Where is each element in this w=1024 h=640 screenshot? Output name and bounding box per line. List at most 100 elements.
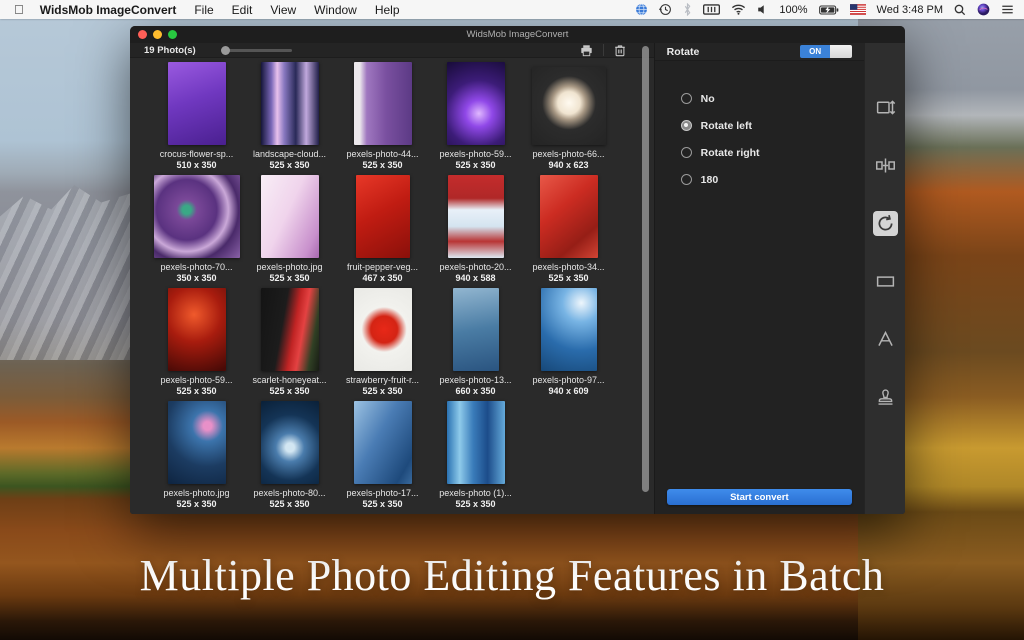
photo-dimensions: 940 x 588 (455, 273, 495, 283)
photo-item[interactable]: pexels-photo-13...660 x 350 (429, 288, 522, 401)
photo-item[interactable]: pexels-photo-80...525 x 350 (243, 401, 336, 514)
photo-thumbnail[interactable] (261, 175, 319, 258)
photo-thumbnail[interactable] (261, 401, 319, 484)
siri-icon[interactable] (977, 3, 990, 16)
keyboard-icon[interactable] (703, 4, 720, 15)
slider-knob[interactable] (221, 46, 230, 55)
photo-thumbnail[interactable] (354, 288, 412, 371)
photo-thumbnail[interactable] (532, 67, 606, 145)
rotate-option-rotate-right[interactable]: Rotate right (681, 139, 864, 166)
app-menu[interactable]: WidsMob ImageConvert (40, 3, 177, 17)
photo-dimensions: 510 x 350 (176, 160, 216, 170)
menu-help[interactable]: Help (375, 3, 400, 17)
photo-dimensions: 940 x 623 (548, 160, 588, 170)
photo-thumbnail[interactable] (168, 288, 226, 371)
flip-convert-icon[interactable] (873, 153, 898, 178)
spotlight-search-icon[interactable] (954, 4, 966, 16)
border-icon[interactable] (873, 269, 898, 294)
window-titlebar[interactable]: WidsMob ImageConvert (130, 26, 905, 43)
photo-item[interactable]: pexels-photo-20...940 x 588 (429, 175, 522, 288)
photo-item[interactable]: strawberry-fruit-r...525 x 350 (336, 288, 429, 401)
menu-file[interactable]: File (194, 3, 213, 17)
globe-icon[interactable] (635, 3, 648, 16)
start-convert-button[interactable]: Start convert (667, 489, 852, 505)
rotate-option-no[interactable]: No (681, 85, 864, 112)
photo-thumbnail[interactable] (447, 401, 505, 484)
photo-thumbnail[interactable] (448, 175, 504, 258)
resize-icon[interactable] (873, 95, 898, 120)
photo-grid-scrollbar[interactable] (642, 46, 649, 492)
photo-dimensions: 525 x 350 (176, 386, 216, 396)
window-body: 19 Photo(s) crocus-flower-sp...510 x 350… (130, 43, 905, 514)
photo-item[interactable]: pexels-photo-59...525 x 350 (150, 288, 243, 401)
minimize-window-button[interactable] (153, 30, 162, 39)
photo-thumbnail[interactable] (354, 62, 412, 145)
rotate-panel-header: Rotate ON (655, 43, 864, 61)
photo-item[interactable]: pexels-photo-70...350 x 350 (150, 175, 243, 288)
radio-icon[interactable] (681, 147, 692, 158)
rotate-toggle-on-label[interactable]: ON (800, 45, 830, 58)
photo-thumbnail[interactable] (540, 175, 598, 258)
volume-icon[interactable] (757, 4, 768, 15)
menu-edit[interactable]: Edit (232, 3, 253, 17)
zoom-window-button[interactable] (168, 30, 177, 39)
text-watermark-icon[interactable] (873, 327, 898, 352)
thumbnail-size-slider[interactable] (222, 49, 292, 52)
photo-thumbnail[interactable] (453, 288, 499, 371)
photo-filename: pexels-photo-17... (346, 488, 418, 498)
photo-item[interactable]: pexels-photo-44...525 x 350 (336, 62, 429, 175)
photo-thumbnail[interactable] (154, 175, 240, 258)
photo-dimensions: 525 x 350 (269, 499, 309, 509)
menu-window[interactable]: Window (314, 3, 357, 17)
photo-item[interactable]: pexels-photo-17...525 x 350 (336, 401, 429, 514)
menu-bar:  WidsMob ImageConvert File Edit View Windo… (0, 0, 1024, 19)
photo-dimensions: 525 x 350 (362, 499, 402, 509)
photo-item[interactable]: pexels-photo-66...940 x 623 (522, 62, 615, 175)
close-window-button[interactable] (138, 30, 147, 39)
photo-filename: pexels-photo-44... (346, 149, 418, 159)
print-icon[interactable] (580, 44, 593, 57)
wifi-icon[interactable] (731, 4, 746, 15)
side-toolbar (864, 43, 905, 514)
photo-thumbnail[interactable] (354, 401, 412, 484)
photo-item[interactable]: fruit-pepper-veg...467 x 350 (336, 175, 429, 288)
photo-filename: pexels-photo-34... (532, 262, 604, 272)
rotate-icon[interactable] (873, 211, 898, 236)
photo-item[interactable]: pexels-photo.jpg525 x 350 (150, 401, 243, 514)
photo-thumbnail[interactable] (168, 62, 226, 145)
radio-icon[interactable] (681, 93, 692, 104)
toolbar-actions (580, 44, 640, 57)
photo-item[interactable]: scarlet-honeyeat...525 x 350 (243, 288, 336, 401)
photo-item[interactable]: pexels-photo-59...525 x 350 (429, 62, 522, 175)
battery-charging-icon[interactable] (819, 5, 839, 15)
photo-dimensions: 525 x 350 (269, 160, 309, 170)
time-machine-icon[interactable] (659, 3, 672, 16)
rotate-toggle[interactable]: ON (800, 45, 852, 58)
photo-item[interactable]: pexels-photo-97...940 x 609 (522, 288, 615, 401)
trash-icon[interactable] (614, 44, 626, 57)
menu-bar-clock[interactable]: Wed 3:48 PM (877, 4, 943, 16)
bluetooth-icon[interactable] (683, 3, 692, 16)
rotate-option-180[interactable]: 180 (681, 166, 864, 193)
radio-icon[interactable] (681, 120, 692, 131)
rotate-option-rotate-left[interactable]: Rotate left (681, 112, 864, 139)
us-flag-icon[interactable] (850, 4, 866, 15)
photo-item[interactable]: pexels-photo (1)...525 x 350 (429, 401, 522, 514)
photo-thumbnail[interactable] (447, 62, 505, 145)
photo-thumbnail[interactable] (168, 401, 226, 484)
photo-item[interactable]: landscape-cloud...525 x 350 (243, 62, 336, 175)
apple-menu-icon[interactable]:  (14, 0, 24, 19)
photo-thumbnail[interactable] (261, 288, 319, 371)
marketing-banner-text: Multiple Photo Editing Features in Batch (0, 550, 1024, 601)
photo-thumbnail[interactable] (261, 62, 319, 145)
photo-item[interactable]: pexels-photo.jpg525 x 350 (243, 175, 336, 288)
menu-view[interactable]: View (270, 3, 296, 17)
radio-icon[interactable] (681, 174, 692, 185)
notification-center-icon[interactable] (1001, 4, 1014, 15)
stamp-watermark-icon[interactable] (873, 385, 898, 410)
photo-thumbnail[interactable] (541, 288, 597, 371)
photo-item[interactable]: pexels-photo-34...525 x 350 (522, 175, 615, 288)
rotate-toggle-knob[interactable] (830, 45, 852, 58)
photo-thumbnail[interactable] (356, 175, 410, 258)
photo-item[interactable]: crocus-flower-sp...510 x 350 (150, 62, 243, 175)
